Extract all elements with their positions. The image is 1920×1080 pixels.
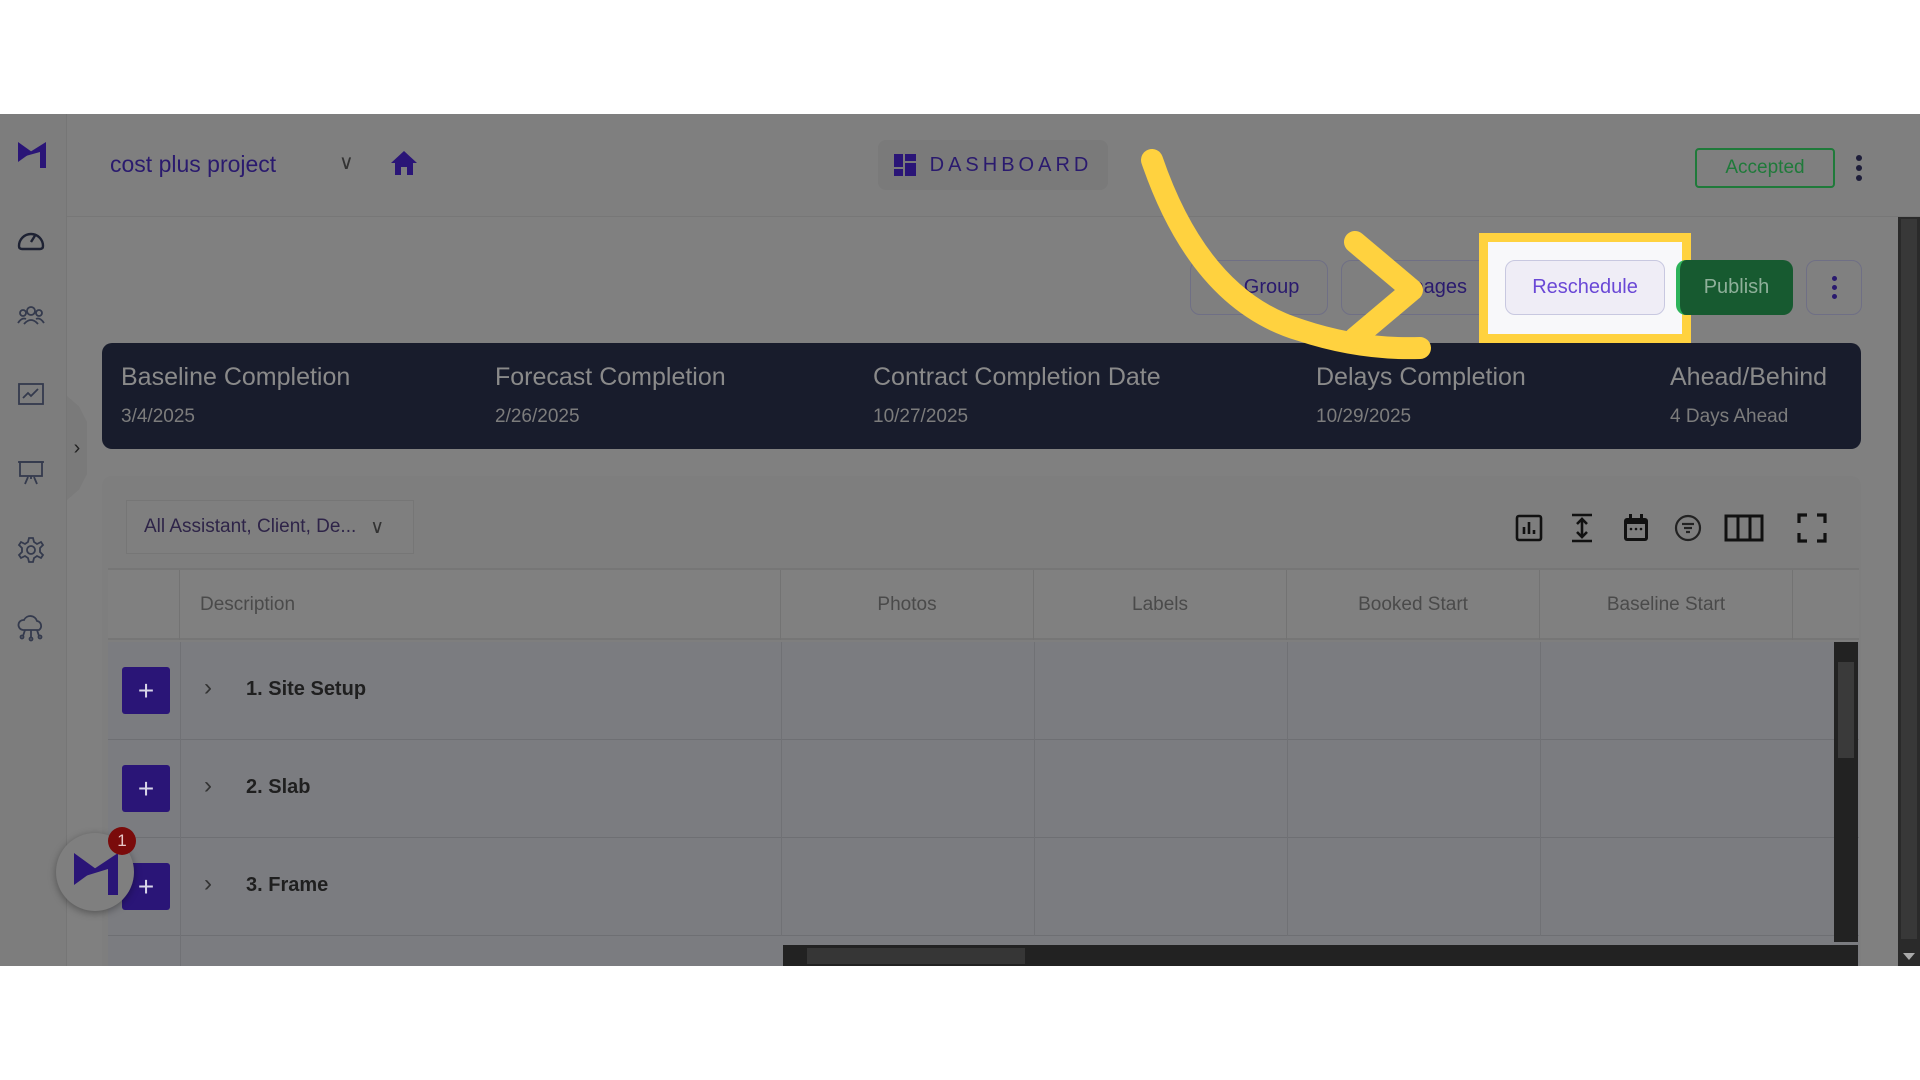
summary-contract-completion: Contract Completion Date 10/27/2025 xyxy=(873,363,1161,427)
column-header-add xyxy=(108,570,180,640)
fullscreen-icon[interactable] xyxy=(1796,512,1828,544)
home-icon[interactable] xyxy=(389,148,419,178)
add-task-button[interactable]: + xyxy=(122,765,170,812)
column-header-photos[interactable]: Photos xyxy=(781,570,1034,640)
dashboard-label: DASHBOARD xyxy=(929,153,1093,176)
plus-icon: + xyxy=(137,674,155,706)
role-filter-select[interactable]: All Assistant, Client, De... ∨ xyxy=(126,500,414,554)
expand-chevron-icon[interactable]: › xyxy=(204,772,212,800)
sidebar-item-dashboard[interactable] xyxy=(13,220,49,256)
row-title: 2. Slab xyxy=(246,776,311,798)
header-more-menu-icon[interactable] xyxy=(1849,148,1869,188)
presentation-board-icon xyxy=(18,461,44,485)
row-height-icon[interactable] xyxy=(1566,512,1598,544)
notification-badge: 1 xyxy=(108,827,136,855)
add-group-label: Group xyxy=(1243,276,1300,298)
actions-more-button[interactable] xyxy=(1806,260,1862,315)
line-chart-icon xyxy=(18,383,44,405)
table-row: + › 2. Slab xyxy=(108,740,1859,838)
schedule-table: Description Photos Labels Booked Start B… xyxy=(108,568,1859,966)
dashboard-button[interactable]: DASHBOARD xyxy=(878,140,1108,190)
top-header: cost plus project ∨ DASHBOARD Accepted xyxy=(67,114,1920,217)
table-header: Description Photos Labels Booked Start B… xyxy=(108,570,1859,640)
summary-ahead-behind: Ahead/Behind 4 Days Ahead xyxy=(1670,363,1828,427)
assistant-launcher-button[interactable]: 1 xyxy=(56,827,136,911)
column-header-labels[interactable]: Labels xyxy=(1034,570,1287,640)
app-logo[interactable] xyxy=(16,138,50,172)
schedule-card: All Assistant, Client, De... ∨ Descripti… xyxy=(102,476,1861,966)
table-row: + › 1. Site Setup xyxy=(108,642,1859,740)
summary-forecast-completion: Forecast Completion 2/26/2025 xyxy=(495,363,726,427)
summary-baseline-completion: Baseline Completion 3/4/2025 xyxy=(121,363,351,427)
cloud-network-icon xyxy=(17,615,43,642)
row-title: 1. Site Setup xyxy=(246,678,367,700)
pages-button[interactable]: pages xyxy=(1341,260,1492,315)
users-icon xyxy=(17,306,45,325)
calendar-icon[interactable] xyxy=(1620,512,1652,544)
add-task-button[interactable]: + xyxy=(122,667,170,714)
table-horizontal-scrollbar[interactable] xyxy=(783,945,1858,966)
chevron-down-icon: ∨ xyxy=(370,516,385,538)
column-header-baseline-start[interactable]: Baseline Start xyxy=(1540,570,1793,640)
expand-chevron-icon[interactable]: › xyxy=(204,870,212,898)
page-scrollbar[interactable] xyxy=(1898,217,1920,966)
filter-icon[interactable] xyxy=(1672,512,1704,544)
columns-icon[interactable] xyxy=(1724,512,1764,544)
project-selector[interactable]: cost plus project xyxy=(110,151,276,178)
role-filter-value: All Assistant, Client, De... xyxy=(144,516,357,537)
speedometer-icon xyxy=(17,232,45,251)
table-row: + › 3. Frame xyxy=(108,838,1859,936)
sidebar-item-team[interactable] xyxy=(13,298,49,334)
gear-icon xyxy=(17,537,45,563)
schedule-summary-banner: Baseline Completion 3/4/2025 Forecast Com… xyxy=(102,343,1861,449)
chevron-down-icon[interactable]: ∨ xyxy=(339,150,354,175)
column-header-booked-start[interactable]: Booked Start xyxy=(1287,570,1540,640)
plus-icon: + xyxy=(137,772,155,804)
app-window: › cost plus project ∨ DASHBOARD Accepted… xyxy=(0,114,1920,966)
status-badge: Accepted xyxy=(1695,148,1835,188)
plus-icon: + xyxy=(137,870,155,902)
column-header-description[interactable]: Description xyxy=(180,570,781,640)
bar-chart-icon[interactable] xyxy=(1513,512,1545,544)
table-vertical-scrollbar[interactable] xyxy=(1834,642,1858,942)
sidebar-item-reports[interactable] xyxy=(13,376,49,412)
expand-chevron-icon[interactable]: › xyxy=(204,674,212,702)
reschedule-button[interactable]: Reschedule xyxy=(1505,260,1665,315)
chevron-right-icon: › xyxy=(73,436,81,459)
publish-button[interactable]: Publish xyxy=(1676,260,1793,315)
row-title: 3. Frame xyxy=(246,874,329,896)
add-group-button[interactable]: + Group xyxy=(1190,260,1328,315)
sidebar-item-presentation[interactable] xyxy=(13,454,49,490)
plus-icon: + xyxy=(1218,272,1234,302)
dashboard-grid-icon xyxy=(893,154,916,176)
pages-label: pages xyxy=(1412,276,1468,298)
sidebar-item-cloud[interactable] xyxy=(13,610,49,646)
sidebar-expand-toggle[interactable]: › xyxy=(67,396,87,500)
summary-delays-completion: Delays Completion 10/29/2025 xyxy=(1316,363,1526,427)
sidebar-item-settings[interactable] xyxy=(13,532,49,568)
